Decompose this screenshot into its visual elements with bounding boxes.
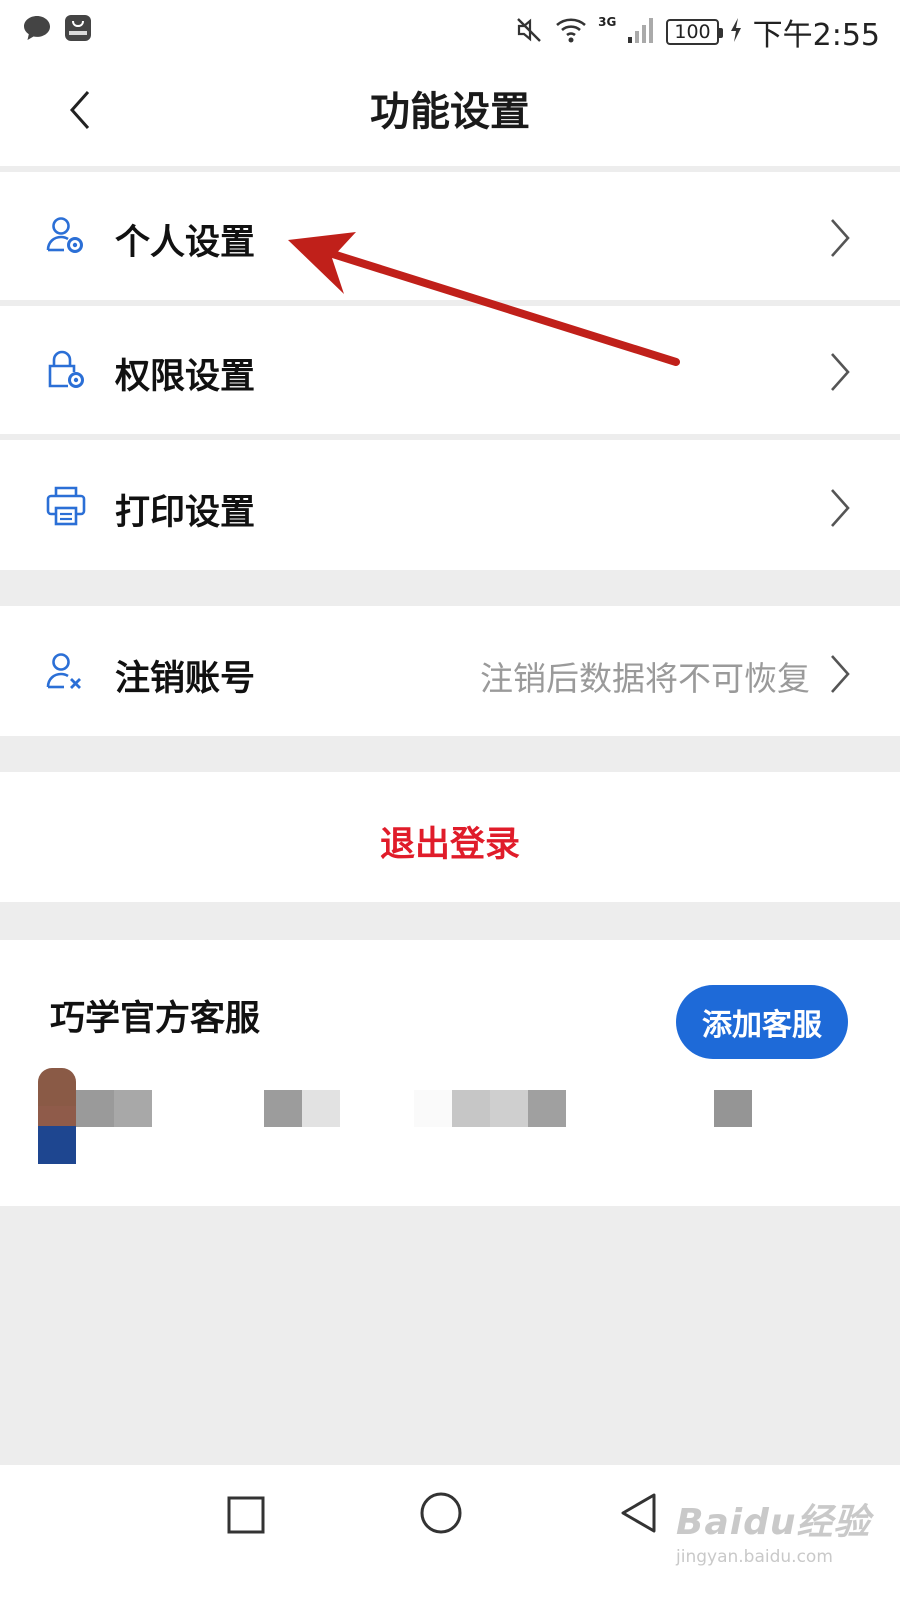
logout-button[interactable]: 退出登录 [0,772,900,902]
status-time: 下午2:55 [752,18,880,53]
signal-icon [626,15,656,49]
back-nav-button[interactable] [614,1491,662,1539]
recent-apps-button[interactable] [222,1493,270,1541]
watermark-main: Baidu经验 [676,1502,871,1543]
back-icon [618,1491,658,1539]
logout-label: 退出登录 [379,825,520,865]
mute-icon [514,15,544,49]
settings-item-label: 个人设置 [115,223,256,263]
charging-icon [729,17,743,47]
nav-bar: Baidu经验 jingyan.baidu.com [0,1465,900,1600]
wifi-icon [554,15,588,49]
home-button[interactable] [417,1491,465,1539]
battery-level: 100 [666,19,723,45]
status-left [22,14,92,46]
settings-item-print[interactable]: 打印设置 [0,440,900,570]
account-deactivate-hint: 注销后数据将不可恢复 [480,659,810,698]
account-deactivate-item[interactable]: 注销账号 注销后数据将不可恢复 [0,606,900,736]
settings-item-label: 权限设置 [115,357,256,397]
status-right: 3G 100 下午2:55 [514,10,880,54]
chevron-right-icon [824,486,854,530]
add-service-button[interactable]: 添加客服 [676,985,848,1059]
chevron-right-icon [824,652,854,696]
account-deactivate-label: 注销账号 [115,659,256,699]
home-icon [419,1491,463,1539]
settings-item-personal[interactable]: 个人设置 [0,172,900,300]
status-bar: 3G 100 下午2:55 [0,0,900,60]
lock-gear-icon [44,348,88,392]
printer-icon [44,484,88,528]
settings-item-label: 打印设置 [115,493,256,533]
header: 功能设置 [0,60,900,166]
service-card: 巧学官方客服 添加客服 [0,940,900,1206]
user-remove-icon [44,650,88,694]
settings-item-permission[interactable]: 权限设置 [0,306,900,434]
page-title: 功能设置 [370,89,530,135]
watermark-sub: jingyan.baidu.com [676,1547,833,1567]
chevron-right-icon [824,216,854,260]
user-gear-icon [44,214,88,258]
chevron-right-icon [824,350,854,394]
recent-apps-icon [226,1495,266,1539]
network-type: 3G [598,15,617,29]
service-title: 巧学官方客服 [50,999,261,1039]
huawei-appgallery-icon [64,14,92,46]
baidu-watermark: Baidu经验 jingyan.baidu.com [676,1493,870,1567]
chat-bubble-icon [22,14,52,46]
